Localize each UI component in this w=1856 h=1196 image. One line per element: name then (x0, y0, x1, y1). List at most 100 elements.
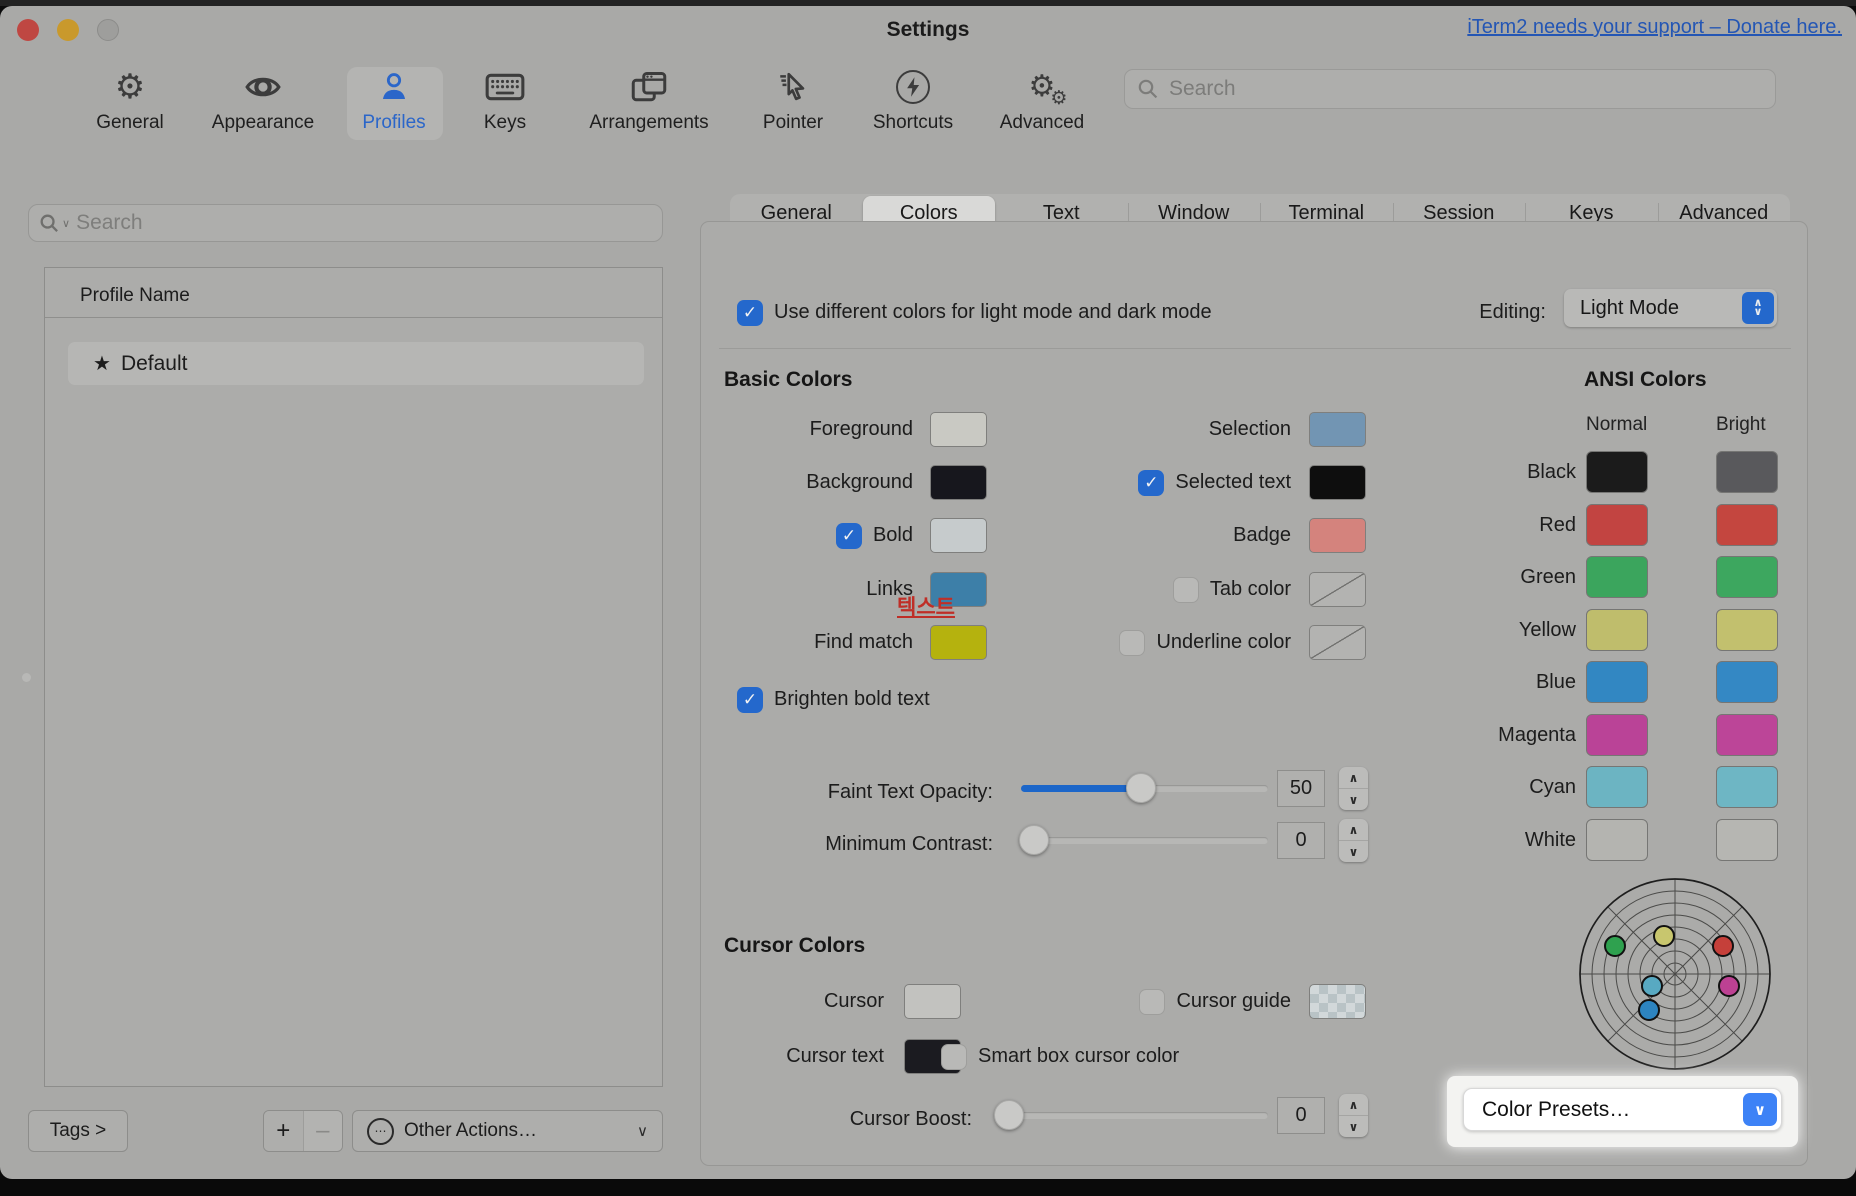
pointer-cursor-icon (776, 64, 810, 110)
screenshot-root: Settings iTerm2 needs your support – Don… (0, 0, 1856, 1196)
cursor-boost-slider[interactable] (995, 1112, 1268, 1119)
tab-color-checkbox[interactable] (1173, 577, 1199, 603)
profile-row-default[interactable]: ★ Default (68, 342, 644, 385)
use-different-colors-label: Use different colors for light mode and … (774, 301, 1212, 324)
minimum-contrast-knob[interactable] (1019, 825, 1049, 855)
background-label: Background (806, 471, 913, 494)
bold-checkbox[interactable]: ✓ (836, 523, 862, 549)
check-icon: ✓ (842, 526, 856, 546)
background-color-well[interactable] (930, 465, 987, 500)
brighten-bold-checkbox[interactable]: ✓ (737, 687, 763, 713)
wheel-dot-magenta[interactable] (1719, 976, 1739, 996)
wheel-dot-cyan[interactable] (1642, 976, 1662, 996)
profile-list: Profile Name ★ Default (44, 267, 663, 1087)
ansi-cyan-normal-swatch[interactable] (1586, 766, 1648, 808)
wheel-dot-green[interactable] (1605, 936, 1625, 956)
stepper-down-icon[interactable]: ∨ (1339, 1116, 1368, 1137)
selected-text-color-well[interactable] (1309, 465, 1366, 500)
selected-text-checkbox[interactable]: ✓ (1138, 470, 1164, 496)
ansi-black-bright-swatch[interactable] (1716, 451, 1778, 493)
minimum-contrast-stepper[interactable]: ∧ ∨ (1339, 819, 1368, 862)
selection-color-well[interactable] (1309, 412, 1366, 447)
wheel-dot-blue[interactable] (1639, 1000, 1659, 1020)
add-remove-profile-group: + – (263, 1110, 343, 1152)
editing-mode-dropdown[interactable]: Light Mode ∧∨ (1564, 289, 1777, 327)
toolbar-item-appearance[interactable]: Appearance (203, 64, 323, 150)
faint-opacity-label: Faint Text Opacity: (828, 781, 993, 804)
faint-opacity-value[interactable]: 50 (1277, 770, 1325, 807)
toolbar-item-arrangements[interactable]: Arrangements (589, 64, 709, 150)
ansi-red-normal-swatch[interactable] (1586, 504, 1648, 546)
basic-colors-heading: Basic Colors (724, 368, 852, 392)
underline-color-checkbox[interactable] (1119, 630, 1145, 656)
color-presets-label: Color Presets… (1482, 1098, 1630, 1122)
ansi-yellow-normal-swatch[interactable] (1586, 609, 1648, 651)
search-placeholder: Search (76, 211, 143, 235)
gear-icon: ⚙ (115, 64, 145, 110)
ansi-red-bright-swatch[interactable] (1716, 504, 1778, 546)
ansi-magenta-bright-swatch[interactable] (1716, 714, 1778, 756)
wheel-dot-red[interactable] (1713, 936, 1733, 956)
ansi-yellow-bright-swatch[interactable] (1716, 609, 1778, 651)
tab-color-well[interactable] (1309, 572, 1366, 607)
ansi-white-normal-swatch[interactable] (1586, 819, 1648, 861)
toolbar-item-profiles[interactable]: Profiles (334, 64, 454, 150)
wheel-dot-yellow[interactable] (1654, 926, 1674, 946)
stepper-up-icon[interactable]: ∧ (1339, 767, 1368, 789)
cursor-color-well[interactable] (904, 984, 961, 1019)
toolbar-search-input[interactable]: Search (1124, 69, 1776, 109)
minimum-contrast-value[interactable]: 0 (1277, 822, 1325, 859)
editing-mode-value: Light Mode (1580, 297, 1679, 320)
ansi-cyan-bright-swatch[interactable] (1716, 766, 1778, 808)
lightning-bolt-icon (896, 64, 930, 110)
cursor-boost-value[interactable]: 0 (1277, 1097, 1325, 1134)
underline-color-well[interactable] (1309, 625, 1366, 660)
cursor-colors-heading: Cursor Colors (724, 934, 865, 958)
remove-profile-button[interactable]: – (303, 1111, 343, 1151)
add-profile-button[interactable]: + (264, 1111, 303, 1151)
toolbar-item-shortcuts[interactable]: Shortcuts (853, 64, 973, 150)
search-placeholder: Search (1169, 77, 1236, 101)
toolbar-item-general[interactable]: ⚙ General (70, 64, 190, 150)
ansi-magenta-normal-swatch[interactable] (1586, 714, 1648, 756)
cursor-guide-checkbox[interactable] (1139, 989, 1165, 1015)
use-different-colors-checkbox[interactable]: ✓ (737, 300, 763, 326)
foreground-color-well[interactable] (930, 412, 987, 447)
ansi-green-bright-swatch[interactable] (1716, 556, 1778, 598)
profile-search-input[interactable]: ∨ Search (28, 204, 663, 242)
badge-color-well[interactable] (1309, 518, 1366, 553)
cursor-guide-color-well[interactable] (1309, 984, 1366, 1019)
toolbar-item-pointer[interactable]: Pointer (733, 64, 853, 150)
profile-name: Default (121, 352, 188, 376)
toolbar-item-advanced[interactable]: ⚙⚙ Advanced (982, 64, 1102, 150)
faint-opacity-stepper[interactable]: ∧ ∨ (1339, 767, 1368, 810)
ansi-black-normal-swatch[interactable] (1586, 451, 1648, 493)
stepper-up-icon[interactable]: ∧ (1339, 1094, 1368, 1116)
faint-opacity-knob[interactable] (1126, 773, 1156, 803)
donate-link[interactable]: iTerm2 needs your support – Donate here. (1467, 16, 1842, 39)
cursor-boost-stepper[interactable]: ∧ ∨ (1339, 1094, 1368, 1137)
tags-button[interactable]: Tags > (28, 1110, 128, 1152)
star-icon: ★ (93, 351, 111, 376)
stepper-up-icon[interactable]: ∧ (1339, 819, 1368, 841)
bold-color-well[interactable] (930, 518, 987, 553)
underline-color-label: Underline color (1156, 631, 1291, 654)
color-wheel[interactable] (1575, 874, 1775, 1074)
other-actions-dropdown[interactable]: ⋯ Other Actions… ∨ (352, 1110, 663, 1152)
ansi-white-bright-swatch[interactable] (1716, 819, 1778, 861)
divider (45, 317, 662, 318)
find-match-color-well[interactable] (930, 625, 987, 660)
minimum-contrast-slider[interactable] (1021, 837, 1268, 844)
stepper-down-icon[interactable]: ∨ (1339, 841, 1368, 862)
selected-text-label: Selected text (1175, 471, 1291, 494)
stepper-down-icon[interactable]: ∨ (1339, 789, 1368, 810)
ansi-black-label: Black (1527, 461, 1576, 484)
color-presets-dropdown[interactable]: Color Presets… ∨ (1463, 1088, 1782, 1131)
ansi-green-label: Green (1520, 566, 1576, 589)
ansi-blue-normal-swatch[interactable] (1586, 661, 1648, 703)
cursor-boost-knob[interactable] (994, 1100, 1024, 1130)
smart-box-cursor-checkbox[interactable] (941, 1044, 967, 1070)
ansi-green-normal-swatch[interactable] (1586, 556, 1648, 598)
ansi-blue-bright-swatch[interactable] (1716, 661, 1778, 703)
toolbar-item-keys[interactable]: Keys (445, 64, 565, 150)
